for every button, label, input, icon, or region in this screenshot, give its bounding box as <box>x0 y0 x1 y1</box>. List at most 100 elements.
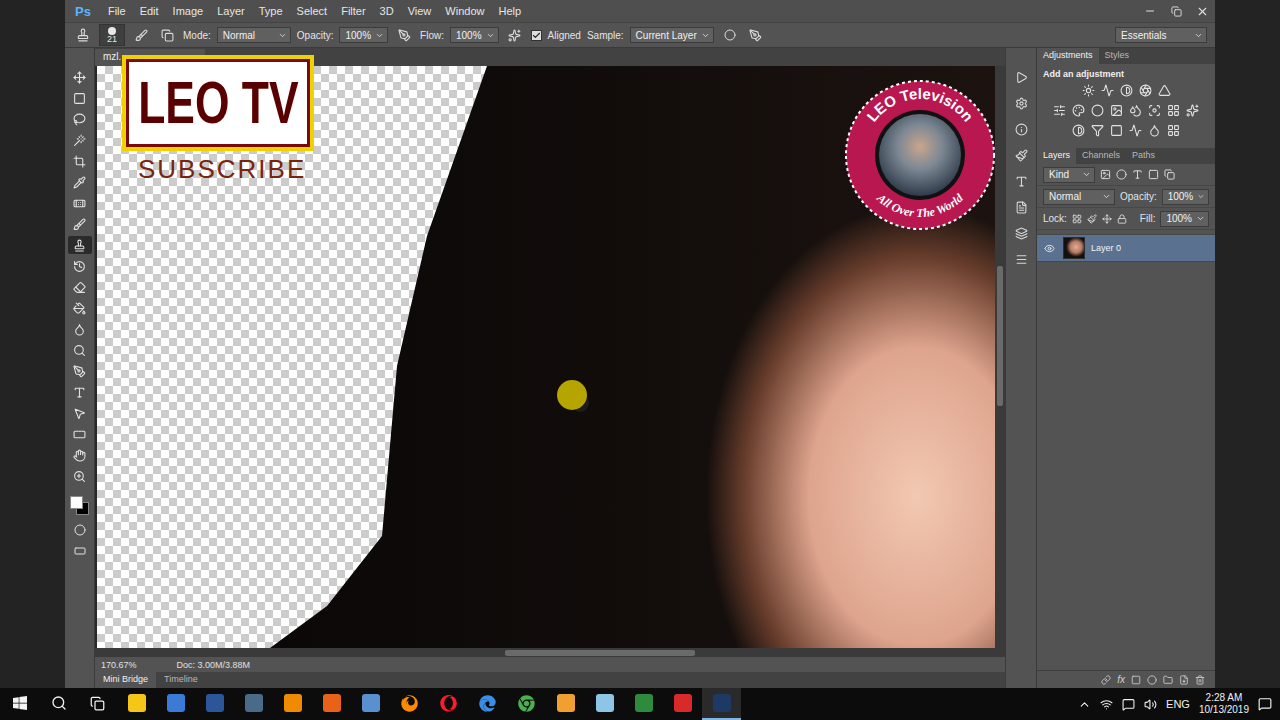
tool-button[interactable] <box>68 383 92 401</box>
taskbar-app[interactable] <box>468 688 507 720</box>
tool-button[interactable] <box>68 194 92 212</box>
smart-object-filter-icon[interactable] <box>1164 169 1175 180</box>
brush-preset[interactable]: 21 <box>99 24 125 46</box>
panel-tab[interactable]: Adjustments <box>1037 48 1099 64</box>
aligned-checkbox[interactable] <box>531 30 542 41</box>
adjustment-button[interactable] <box>1052 103 1067 118</box>
quick-mask-button[interactable] <box>68 521 92 539</box>
tool-button[interactable] <box>68 257 92 275</box>
minimize-button[interactable] <box>1137 1 1163 21</box>
tool-button[interactable] <box>68 68 92 86</box>
vertical-scrollbar[interactable] <box>995 66 1005 648</box>
horizontal-scrollbar[interactable] <box>95 648 1005 657</box>
foreground-color[interactable] <box>70 496 83 509</box>
taskbar-app[interactable] <box>663 688 702 720</box>
taskbar-app[interactable] <box>429 688 468 720</box>
taskbar-app[interactable] <box>273 688 312 720</box>
menu-item[interactable]: File <box>101 3 133 19</box>
folder-icon[interactable] <box>1163 675 1173 685</box>
start-button[interactable] <box>0 688 39 720</box>
tool-button[interactable] <box>68 131 92 149</box>
menu-item[interactable]: Layer <box>210 3 252 19</box>
tool-button[interactable] <box>68 278 92 296</box>
chevron-up-icon[interactable] <box>1078 698 1091 711</box>
notification-icon[interactable] <box>1258 697 1272 711</box>
scroll-thumb[interactable] <box>505 650 695 656</box>
panel-tab[interactable]: Layers <box>1037 148 1076 164</box>
menu-item[interactable]: Help <box>491 3 528 19</box>
adjustment-button[interactable] <box>1100 83 1115 98</box>
dock-button[interactable] <box>1011 120 1031 138</box>
dock-button[interactable] <box>1011 250 1031 268</box>
adjustment-button[interactable] <box>1090 123 1105 138</box>
airbrush-button[interactable] <box>505 25 525 45</box>
close-button[interactable] <box>1189 1 1215 21</box>
type-filter-icon[interactable] <box>1132 169 1143 180</box>
adjustment-button[interactable] <box>1166 123 1181 138</box>
taskbar-app[interactable] <box>546 688 585 720</box>
bottom-tab[interactable]: Mini Bridge <box>95 672 156 688</box>
blend-mode-select[interactable]: Normal <box>1043 189 1115 205</box>
panel-tab[interactable]: Styles <box>1099 48 1136 64</box>
color-swatches[interactable] <box>68 494 92 518</box>
zoom-level[interactable]: 170.67% <box>101 660 137 670</box>
adjustment-button[interactable] <box>1128 123 1143 138</box>
pressure-size-button[interactable] <box>746 25 766 45</box>
adjustment-button[interactable] <box>1119 83 1134 98</box>
tool-button[interactable] <box>68 89 92 107</box>
menu-item[interactable]: Window <box>438 3 491 19</box>
menu-item[interactable]: Filter <box>334 3 372 19</box>
taskbar-app[interactable] <box>702 688 741 720</box>
taskbar-app[interactable] <box>585 688 624 720</box>
dock-button[interactable] <box>1011 224 1031 242</box>
adjustment-button[interactable] <box>1138 83 1153 98</box>
panel-tab[interactable]: Paths <box>1126 148 1161 164</box>
adjustment-button[interactable] <box>1081 83 1096 98</box>
tool-button[interactable] <box>68 425 92 443</box>
clone-source-button[interactable] <box>157 25 177 45</box>
menu-item[interactable]: View <box>401 3 439 19</box>
screen-mode-button[interactable] <box>68 542 92 560</box>
tool-button[interactable] <box>68 152 92 170</box>
message-icon[interactable] <box>1122 698 1135 711</box>
lock-position-icon[interactable] <box>1102 214 1112 224</box>
task-view-button[interactable] <box>78 688 117 720</box>
menu-item[interactable]: Edit <box>133 3 166 19</box>
adjustment-button[interactable] <box>1166 103 1181 118</box>
layer-opacity-field[interactable]: 100% <box>1162 189 1209 205</box>
adjustment-button[interactable] <box>1157 83 1172 98</box>
dock-button[interactable] <box>1011 68 1031 86</box>
tool-button[interactable] <box>68 299 92 317</box>
menu-item[interactable]: Type <box>252 3 290 19</box>
adjustment-filter-icon[interactable] <box>1116 169 1127 180</box>
taskbar-app[interactable] <box>117 688 156 720</box>
ignore-adjustments-button[interactable] <box>720 25 740 45</box>
clock[interactable]: 2:28 AM10/13/2019 <box>1199 692 1249 717</box>
brush-panel-button[interactable] <box>131 25 151 45</box>
filter-kind-select[interactable]: Kind <box>1043 167 1095 183</box>
search-button[interactable] <box>39 688 78 720</box>
adjustment-button[interactable] <box>1090 103 1105 118</box>
taskbar-app[interactable] <box>234 688 273 720</box>
adjustment-button[interactable] <box>1109 123 1124 138</box>
taskbar-app[interactable] <box>624 688 663 720</box>
bottom-tab[interactable]: Timeline <box>156 672 206 688</box>
mode-select[interactable]: Normal <box>217 27 291 43</box>
tool-button[interactable] <box>68 110 92 128</box>
taskbar-app[interactable] <box>156 688 195 720</box>
scroll-thumb[interactable] <box>997 266 1003 406</box>
tool-preset[interactable] <box>73 25 93 45</box>
tool-button[interactable] <box>68 236 92 254</box>
panel-tab[interactable]: Channels <box>1076 148 1126 164</box>
adjustment-button[interactable] <box>1128 103 1143 118</box>
visibility-toggle[interactable] <box>1041 243 1057 254</box>
tool-button[interactable] <box>68 173 92 191</box>
taskbar-app[interactable] <box>507 688 546 720</box>
sample-select[interactable]: Current Layer <box>630 27 714 43</box>
taskbar-app[interactable] <box>312 688 351 720</box>
dock-button[interactable] <box>1011 172 1031 190</box>
pressure-opacity-button[interactable] <box>394 25 414 45</box>
lock-transparency-icon[interactable] <box>1072 214 1082 224</box>
taskbar-app[interactable] <box>390 688 429 720</box>
tool-button[interactable] <box>68 467 92 485</box>
